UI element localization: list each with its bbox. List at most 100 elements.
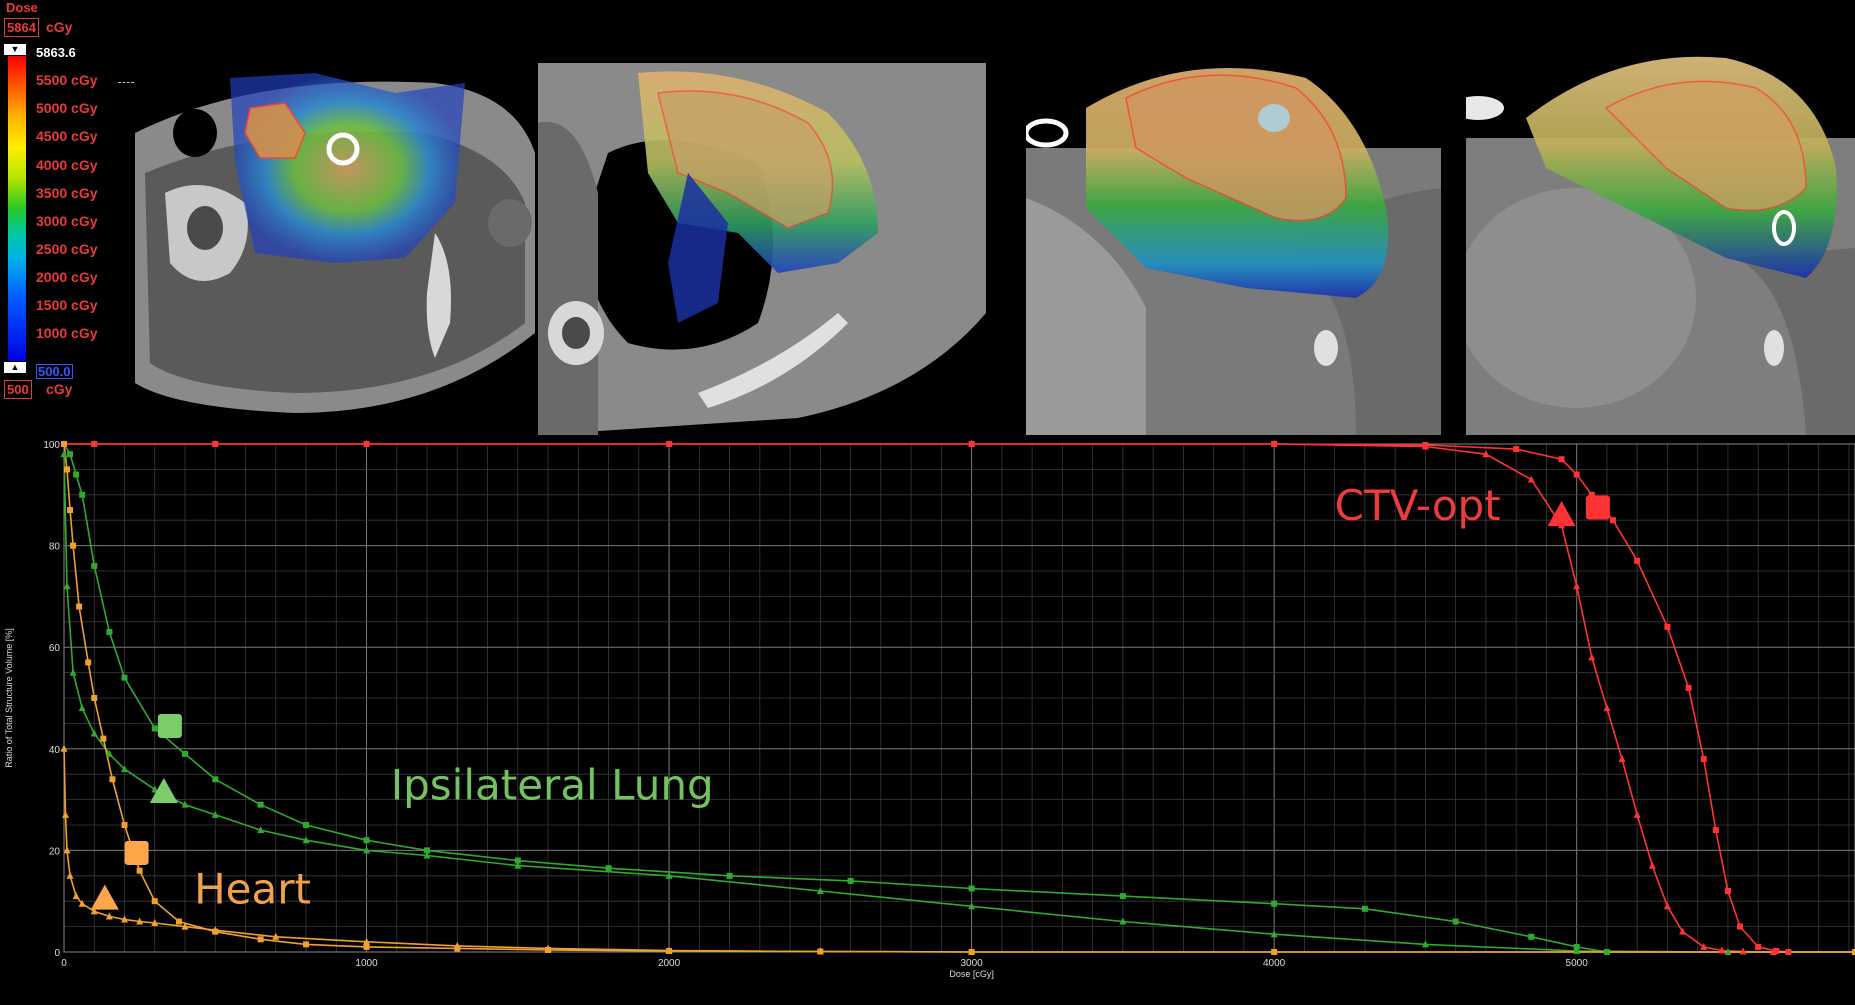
colorbar-tick: 1500 cGy xyxy=(36,297,98,313)
colorbar-title: Dose xyxy=(6,0,38,15)
data-point-ctv-opt-square xyxy=(1559,456,1565,462)
data-point-heart-square xyxy=(64,466,70,472)
data-point-heart-square xyxy=(100,736,106,742)
data-point-ctv-opt-square xyxy=(1701,756,1707,762)
annotation-ctv-opt: CTV-opt xyxy=(1335,481,1501,530)
data-point-heart-square xyxy=(258,936,264,942)
colorbar-gradient xyxy=(8,56,26,361)
data-point-heart-square xyxy=(70,543,76,549)
data-point-heart-square xyxy=(91,695,97,701)
x-tick-label: 0 xyxy=(61,958,67,969)
data-point-ipsilateral-lung-square xyxy=(848,878,854,884)
x-tick-label: 3000 xyxy=(960,958,983,969)
data-point-heart-square xyxy=(67,507,73,513)
data-point-ipsilateral-lung-square xyxy=(73,471,79,477)
x-tick-label: 5000 xyxy=(1566,958,1589,969)
colorbar-tick: 4500 cGy xyxy=(36,128,98,144)
colorbar-min-arrow-icon[interactable]: ▲ xyxy=(4,362,26,373)
x-tick-label: 4000 xyxy=(1263,958,1286,969)
data-point-heart-square xyxy=(152,898,158,904)
data-point-ctv-opt-square xyxy=(1755,944,1761,950)
data-point-ipsilateral-lung-square xyxy=(1604,949,1610,955)
ct-view-sagittal-breast[interactable] xyxy=(1466,48,1855,435)
y-tick-label: 60 xyxy=(49,643,61,654)
data-point-heart-square xyxy=(137,868,143,874)
data-point-heart-square xyxy=(76,604,82,610)
colorbar-min-input[interactable]: 500 xyxy=(4,380,32,399)
colorbar-level-marker xyxy=(118,82,134,83)
data-point-ipsilateral-lung-square xyxy=(727,873,733,879)
ct-view-sagittal-chest-wall[interactable] xyxy=(1026,48,1441,435)
ct-axial-chest-wall-image xyxy=(538,63,986,435)
ct-view-axial-upper[interactable] xyxy=(135,63,535,435)
data-point-ipsilateral-lung-square xyxy=(1453,919,1459,925)
data-point-ipsilateral-lung-square xyxy=(91,563,97,569)
data-point-ipsilateral-lung-square xyxy=(606,865,612,871)
colorbar-tick: 2500 cGy xyxy=(36,241,98,257)
colorbar-max-arrow-icon[interactable]: ▼ xyxy=(4,44,26,55)
data-point-ipsilateral-lung-square xyxy=(969,886,975,892)
colorbar-tick: 4000 cGy xyxy=(36,157,98,173)
colorbar-tick: 3500 cGy xyxy=(36,185,98,201)
dose-colorbar: Dose 5864 cGy ▼ 5863.6 5500 cGy 5000 cGy… xyxy=(0,0,135,410)
data-point-ctv-opt-square xyxy=(1513,446,1519,452)
data-point-ipsilateral-lung-square xyxy=(106,629,112,635)
data-point-ipsilateral-lung-square xyxy=(152,725,158,731)
colorbar-tick: 2000 cGy xyxy=(36,269,98,285)
data-point-ipsilateral-lung-square xyxy=(212,776,218,782)
ct-sagittal-breast-image xyxy=(1466,48,1855,435)
data-point-ipsilateral-lung-square xyxy=(182,751,188,757)
heart-square-legend-marker xyxy=(125,841,149,865)
ct-axial-upper-image xyxy=(135,63,535,435)
data-point-ipsilateral-lung-square xyxy=(67,451,73,457)
colorbar-tick: 1000 cGy xyxy=(36,325,98,341)
data-point-ctv-opt-square xyxy=(1713,827,1719,833)
data-point-heart-square xyxy=(176,919,182,925)
colorbar-tick: 3000 cGy xyxy=(36,213,98,229)
data-point-ipsilateral-lung-square xyxy=(1362,906,1368,912)
x-tick-label: 1000 xyxy=(355,958,378,969)
y-tick-label: 0 xyxy=(54,948,60,959)
dvh-chart-svg: 0 1000 2000 3000 4000 5000 0 20 40 60 80 100 Dose [c… xyxy=(0,436,1855,1000)
data-point-ipsilateral-lung-square xyxy=(1120,893,1126,899)
data-point-ctv-opt-square xyxy=(1610,517,1616,523)
data-point-heart-square xyxy=(61,441,67,447)
data-point-ctv-opt-square xyxy=(1664,624,1670,630)
colorbar-min-value: 500.0 xyxy=(36,364,73,379)
data-point-heart-square xyxy=(122,822,128,828)
data-point-ctv-opt-square xyxy=(1574,471,1580,477)
ctv-square-legend-marker xyxy=(1586,496,1610,520)
data-point-ipsilateral-lung-square xyxy=(364,837,370,843)
y-tick-label: 80 xyxy=(49,542,61,553)
x-axis-label: Dose [cGy] xyxy=(949,969,994,979)
colorbar-tick: 5500 cGy xyxy=(36,72,98,88)
data-point-ipsilateral-lung-square xyxy=(79,492,85,498)
colorbar-max-input[interactable]: 5864 xyxy=(4,18,39,37)
data-point-heart-square xyxy=(85,659,91,665)
annotation-heart: Heart xyxy=(194,865,311,914)
data-point-ipsilateral-lung-square xyxy=(258,802,264,808)
colorbar-min-unit: cGy xyxy=(46,381,72,397)
x-tick-label: 2000 xyxy=(658,958,681,969)
data-point-ctv-opt-square xyxy=(1785,949,1791,955)
ct-view-axial-chest-wall[interactable] xyxy=(538,63,986,435)
colorbar-tick: 5000 cGy xyxy=(36,100,98,116)
colorbar-max-value: 5863.6 xyxy=(36,45,76,60)
data-point-ipsilateral-lung-square xyxy=(122,675,128,681)
data-point-ctv-opt-square xyxy=(1737,924,1743,930)
data-point-ipsilateral-lung-square xyxy=(303,822,309,828)
ct-sagittal-chest-wall-image xyxy=(1026,48,1441,435)
data-point-ipsilateral-lung-square xyxy=(1528,934,1534,940)
data-point-heart-square xyxy=(109,776,115,782)
dvh-chart: 0 1000 2000 3000 4000 5000 0 20 40 60 80 100 Dose [c… xyxy=(0,436,1855,1000)
colorbar-max-unit: cGy xyxy=(46,19,72,35)
data-point-heart-square xyxy=(1271,949,1277,955)
data-point-ctv-opt-square xyxy=(1725,888,1731,894)
y-tick-label: 20 xyxy=(49,846,61,857)
data-point-ctv-opt-square xyxy=(1634,558,1640,564)
y-axis-label: Ratio of Total Structure Volume [%] xyxy=(4,628,14,767)
data-point-ctv-opt-square xyxy=(1686,685,1692,691)
y-tick-label: 40 xyxy=(49,745,61,756)
data-point-ipsilateral-lung-square xyxy=(1271,901,1277,907)
y-tick-label: 100 xyxy=(43,440,60,451)
